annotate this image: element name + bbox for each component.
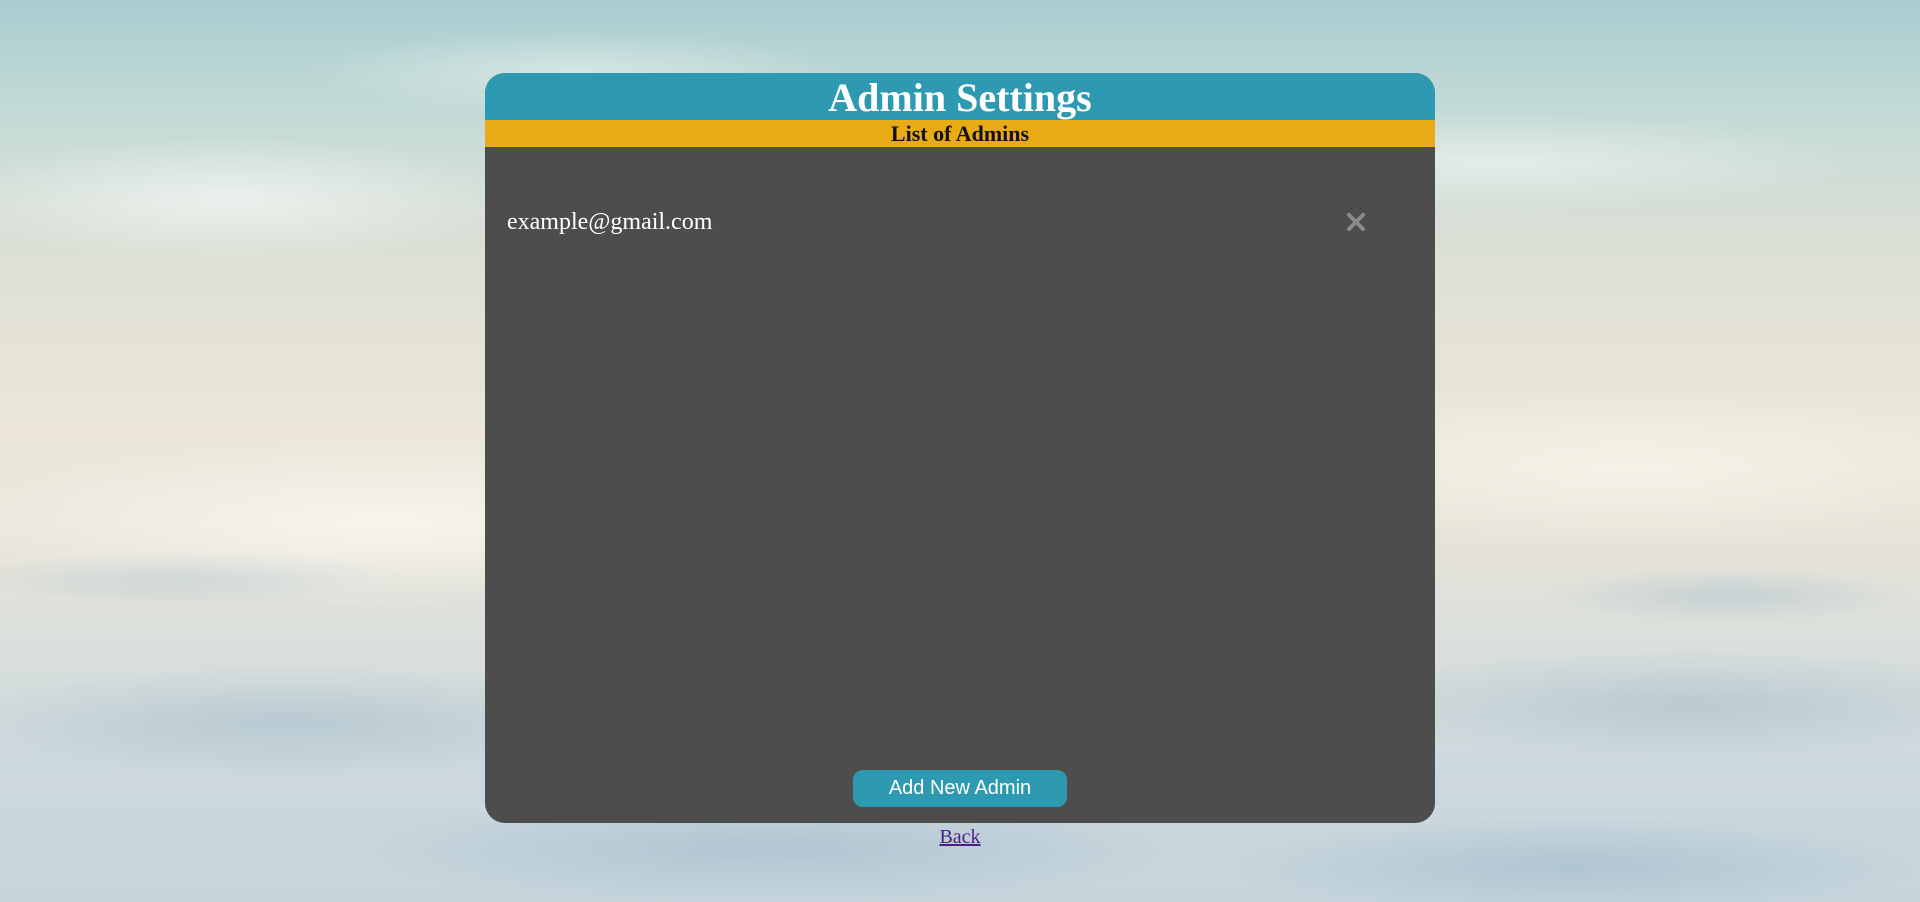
admin-email: example@gmail.com: [507, 209, 713, 235]
list-item: example@gmail.com: [485, 201, 1435, 245]
add-new-admin-button[interactable]: Add New Admin: [853, 770, 1067, 807]
page-title: Admin Settings: [485, 73, 1435, 120]
back-link[interactable]: Back: [939, 826, 980, 848]
close-icon[interactable]: [1345, 211, 1367, 233]
back-link-container: Back: [0, 826, 1920, 849]
close-icon-glyph: [1347, 213, 1365, 231]
admin-settings-panel: Admin Settings List of Admins example@gm…: [485, 73, 1435, 823]
admin-list-heading: List of Admins: [485, 120, 1435, 147]
admin-list: example@gmail.com: [485, 147, 1435, 245]
